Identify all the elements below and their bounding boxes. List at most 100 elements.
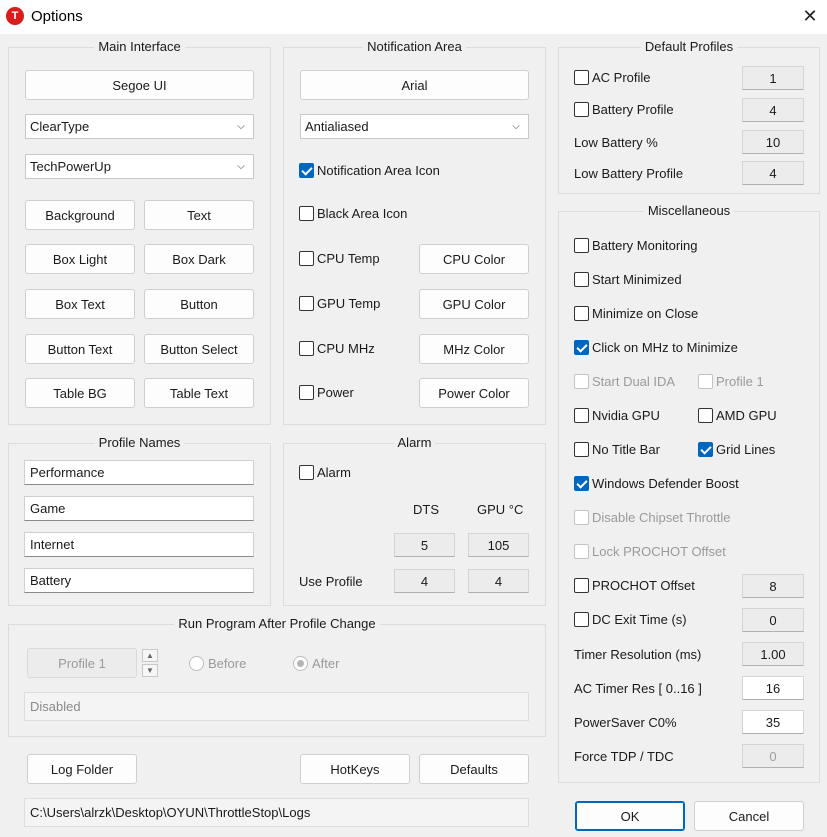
throttlestop-logo-icon: T [6, 7, 24, 25]
lock-prochot-offset-checkbox[interactable]: Lock PROCHOT Offset [574, 544, 726, 559]
checkbox-icon [574, 612, 589, 627]
cpu-temp-label: CPU Temp [317, 251, 380, 266]
table-bg-color-button[interactable]: Table BG [25, 378, 135, 408]
grid-lines-checkbox[interactable]: Grid Lines [698, 442, 775, 457]
notification-icon-checkbox[interactable]: Notification Area Icon [299, 163, 440, 178]
spin-down-icon[interactable]: ▼ [142, 664, 158, 677]
profile-names-title: Profile Names [94, 435, 185, 450]
notification-icon-label: Notification Area Icon [317, 163, 440, 178]
start-dual-ida-checkbox[interactable]: Start Dual IDA [574, 374, 675, 389]
cancel-button[interactable]: Cancel [694, 801, 804, 831]
button-color-button[interactable]: Button [144, 289, 254, 319]
checkbox-icon [574, 374, 589, 389]
main-theme-select[interactable]: TechPowerUp ⌵ [25, 154, 254, 179]
force-tdp-tdc-value[interactable]: 0 [742, 744, 804, 768]
dc-exit-time-value[interactable]: 0 [742, 608, 804, 632]
run-command-input[interactable]: Disabled [24, 692, 529, 721]
click-mhz-minimize-checkbox[interactable]: Click on MHz to Minimize [574, 340, 738, 355]
title-bar: T Options ✕ [0, 0, 827, 34]
amd-gpu-checkbox[interactable]: AMD GPU [698, 408, 777, 423]
powersaver-c0-input[interactable]: 35 [742, 710, 804, 734]
ac-profile-checkbox[interactable]: AC Profile [574, 70, 651, 85]
disable-chipset-throttle-label: Disable Chipset Throttle [592, 510, 731, 525]
main-smoothing-value: ClearType [30, 119, 90, 134]
power-checkbox[interactable]: Power [299, 385, 354, 400]
text-color-button[interactable]: Text [144, 200, 254, 230]
dual-ida-profile1-checkbox[interactable]: Profile 1 [698, 374, 764, 389]
notification-smoothing-select[interactable]: Antialiased ⌵ [300, 114, 529, 139]
ac-timer-res-input[interactable]: 16 [742, 676, 804, 700]
battery-monitoring-checkbox[interactable]: Battery Monitoring [574, 238, 698, 253]
before-radio[interactable]: Before [189, 656, 246, 671]
power-color-button[interactable]: Power Color [419, 378, 529, 408]
alarm-checkbox[interactable]: Alarm [299, 465, 351, 480]
start-minimized-checkbox[interactable]: Start Minimized [574, 272, 682, 287]
button-text-color-button[interactable]: Button Text [25, 334, 135, 364]
run-program-title: Run Program After Profile Change [174, 616, 380, 631]
close-button[interactable]: ✕ [793, 0, 827, 34]
miscellaneous-title: Miscellaneous [643, 203, 735, 218]
windows-defender-boost-checkbox[interactable]: Windows Defender Boost [574, 476, 739, 491]
notification-smoothing-value: Antialiased [305, 119, 369, 134]
hotkeys-button[interactable]: HotKeys [300, 754, 410, 784]
low-battery-pct-value[interactable]: 10 [742, 130, 804, 154]
background-color-button[interactable]: Background [25, 200, 135, 230]
black-area-icon-checkbox[interactable]: Black Area Icon [299, 206, 407, 221]
profile-name-3-input[interactable]: Internet [24, 532, 254, 557]
disable-chipset-throttle-checkbox[interactable]: Disable Chipset Throttle [574, 510, 731, 525]
main-interface-title: Main Interface [94, 39, 185, 54]
box-text-color-button[interactable]: Box Text [25, 289, 135, 319]
main-font-button[interactable]: Segoe UI [25, 70, 254, 100]
box-light-color-button[interactable]: Box Light [25, 244, 135, 274]
alarm-label: Alarm [317, 465, 351, 480]
prochot-offset-value[interactable]: 8 [742, 574, 804, 598]
amd-gpu-label: AMD GPU [716, 408, 777, 423]
minimize-on-close-label: Minimize on Close [592, 306, 699, 321]
battery-profile-value[interactable]: 4 [742, 98, 804, 122]
start-minimized-label: Start Minimized [592, 272, 682, 287]
checkbox-icon [299, 465, 314, 480]
mhz-color-button[interactable]: MHz Color [419, 334, 529, 364]
notification-font-button[interactable]: Arial [300, 70, 529, 100]
timer-resolution-value[interactable]: 1.00 [742, 642, 804, 666]
main-smoothing-select[interactable]: ClearType ⌵ [25, 114, 254, 139]
battery-profile-checkbox[interactable]: Battery Profile [574, 102, 674, 117]
cpu-color-button[interactable]: CPU Color [419, 244, 529, 274]
gpu-color-button[interactable]: GPU Color [419, 289, 529, 319]
chevron-down-icon: ⌵ [237, 160, 245, 172]
prochot-offset-checkbox[interactable]: PROCHOT Offset [574, 578, 695, 593]
use-profile-gpu-value[interactable]: 4 [468, 569, 529, 593]
run-profile-button[interactable]: Profile 1 [27, 648, 137, 678]
force-tdp-tdc-label: Force TDP / TDC [574, 749, 674, 764]
profile-name-4-input[interactable]: Battery [24, 568, 254, 593]
low-battery-profile-value[interactable]: 4 [742, 161, 804, 185]
button-select-color-button[interactable]: Button Select [144, 334, 254, 364]
spin-up-icon[interactable]: ▲ [142, 649, 158, 662]
after-radio[interactable]: After [293, 656, 339, 671]
profile-name-2-input[interactable]: Game [24, 496, 254, 521]
radio-selected-icon [293, 656, 308, 671]
defaults-button[interactable]: Defaults [419, 754, 529, 784]
box-dark-color-button[interactable]: Box Dark [144, 244, 254, 274]
ac-profile-value[interactable]: 1 [742, 66, 804, 90]
cpu-temp-checkbox[interactable]: CPU Temp [299, 251, 380, 266]
alarm-dts-value[interactable]: 5 [394, 533, 455, 557]
log-folder-button[interactable]: Log Folder [27, 754, 137, 784]
table-text-color-button[interactable]: Table Text [144, 378, 254, 408]
use-profile-dts-value[interactable]: 4 [394, 569, 455, 593]
alarm-gpu-value[interactable]: 105 [468, 533, 529, 557]
radio-icon [189, 656, 204, 671]
gpu-temp-checkbox[interactable]: GPU Temp [299, 296, 380, 311]
ac-profile-label: AC Profile [592, 70, 651, 85]
ok-button[interactable]: OK [575, 801, 685, 831]
no-title-bar-checkbox[interactable]: No Title Bar [574, 442, 660, 457]
minimize-on-close-checkbox[interactable]: Minimize on Close [574, 306, 698, 321]
profile-name-1-input[interactable]: Performance [24, 460, 254, 485]
power-label: Power [317, 385, 354, 400]
nvidia-gpu-checkbox[interactable]: Nvidia GPU [574, 408, 660, 423]
prochot-offset-label: PROCHOT Offset [592, 578, 695, 593]
dc-exit-time-checkbox[interactable]: DC Exit Time (s) [574, 612, 687, 627]
cpu-mhz-checkbox[interactable]: CPU MHz [299, 341, 375, 356]
checkbox-icon [299, 341, 314, 356]
log-path-field[interactable]: C:\Users\alrzk\Desktop\OYUN\ThrottleStop… [24, 798, 529, 827]
